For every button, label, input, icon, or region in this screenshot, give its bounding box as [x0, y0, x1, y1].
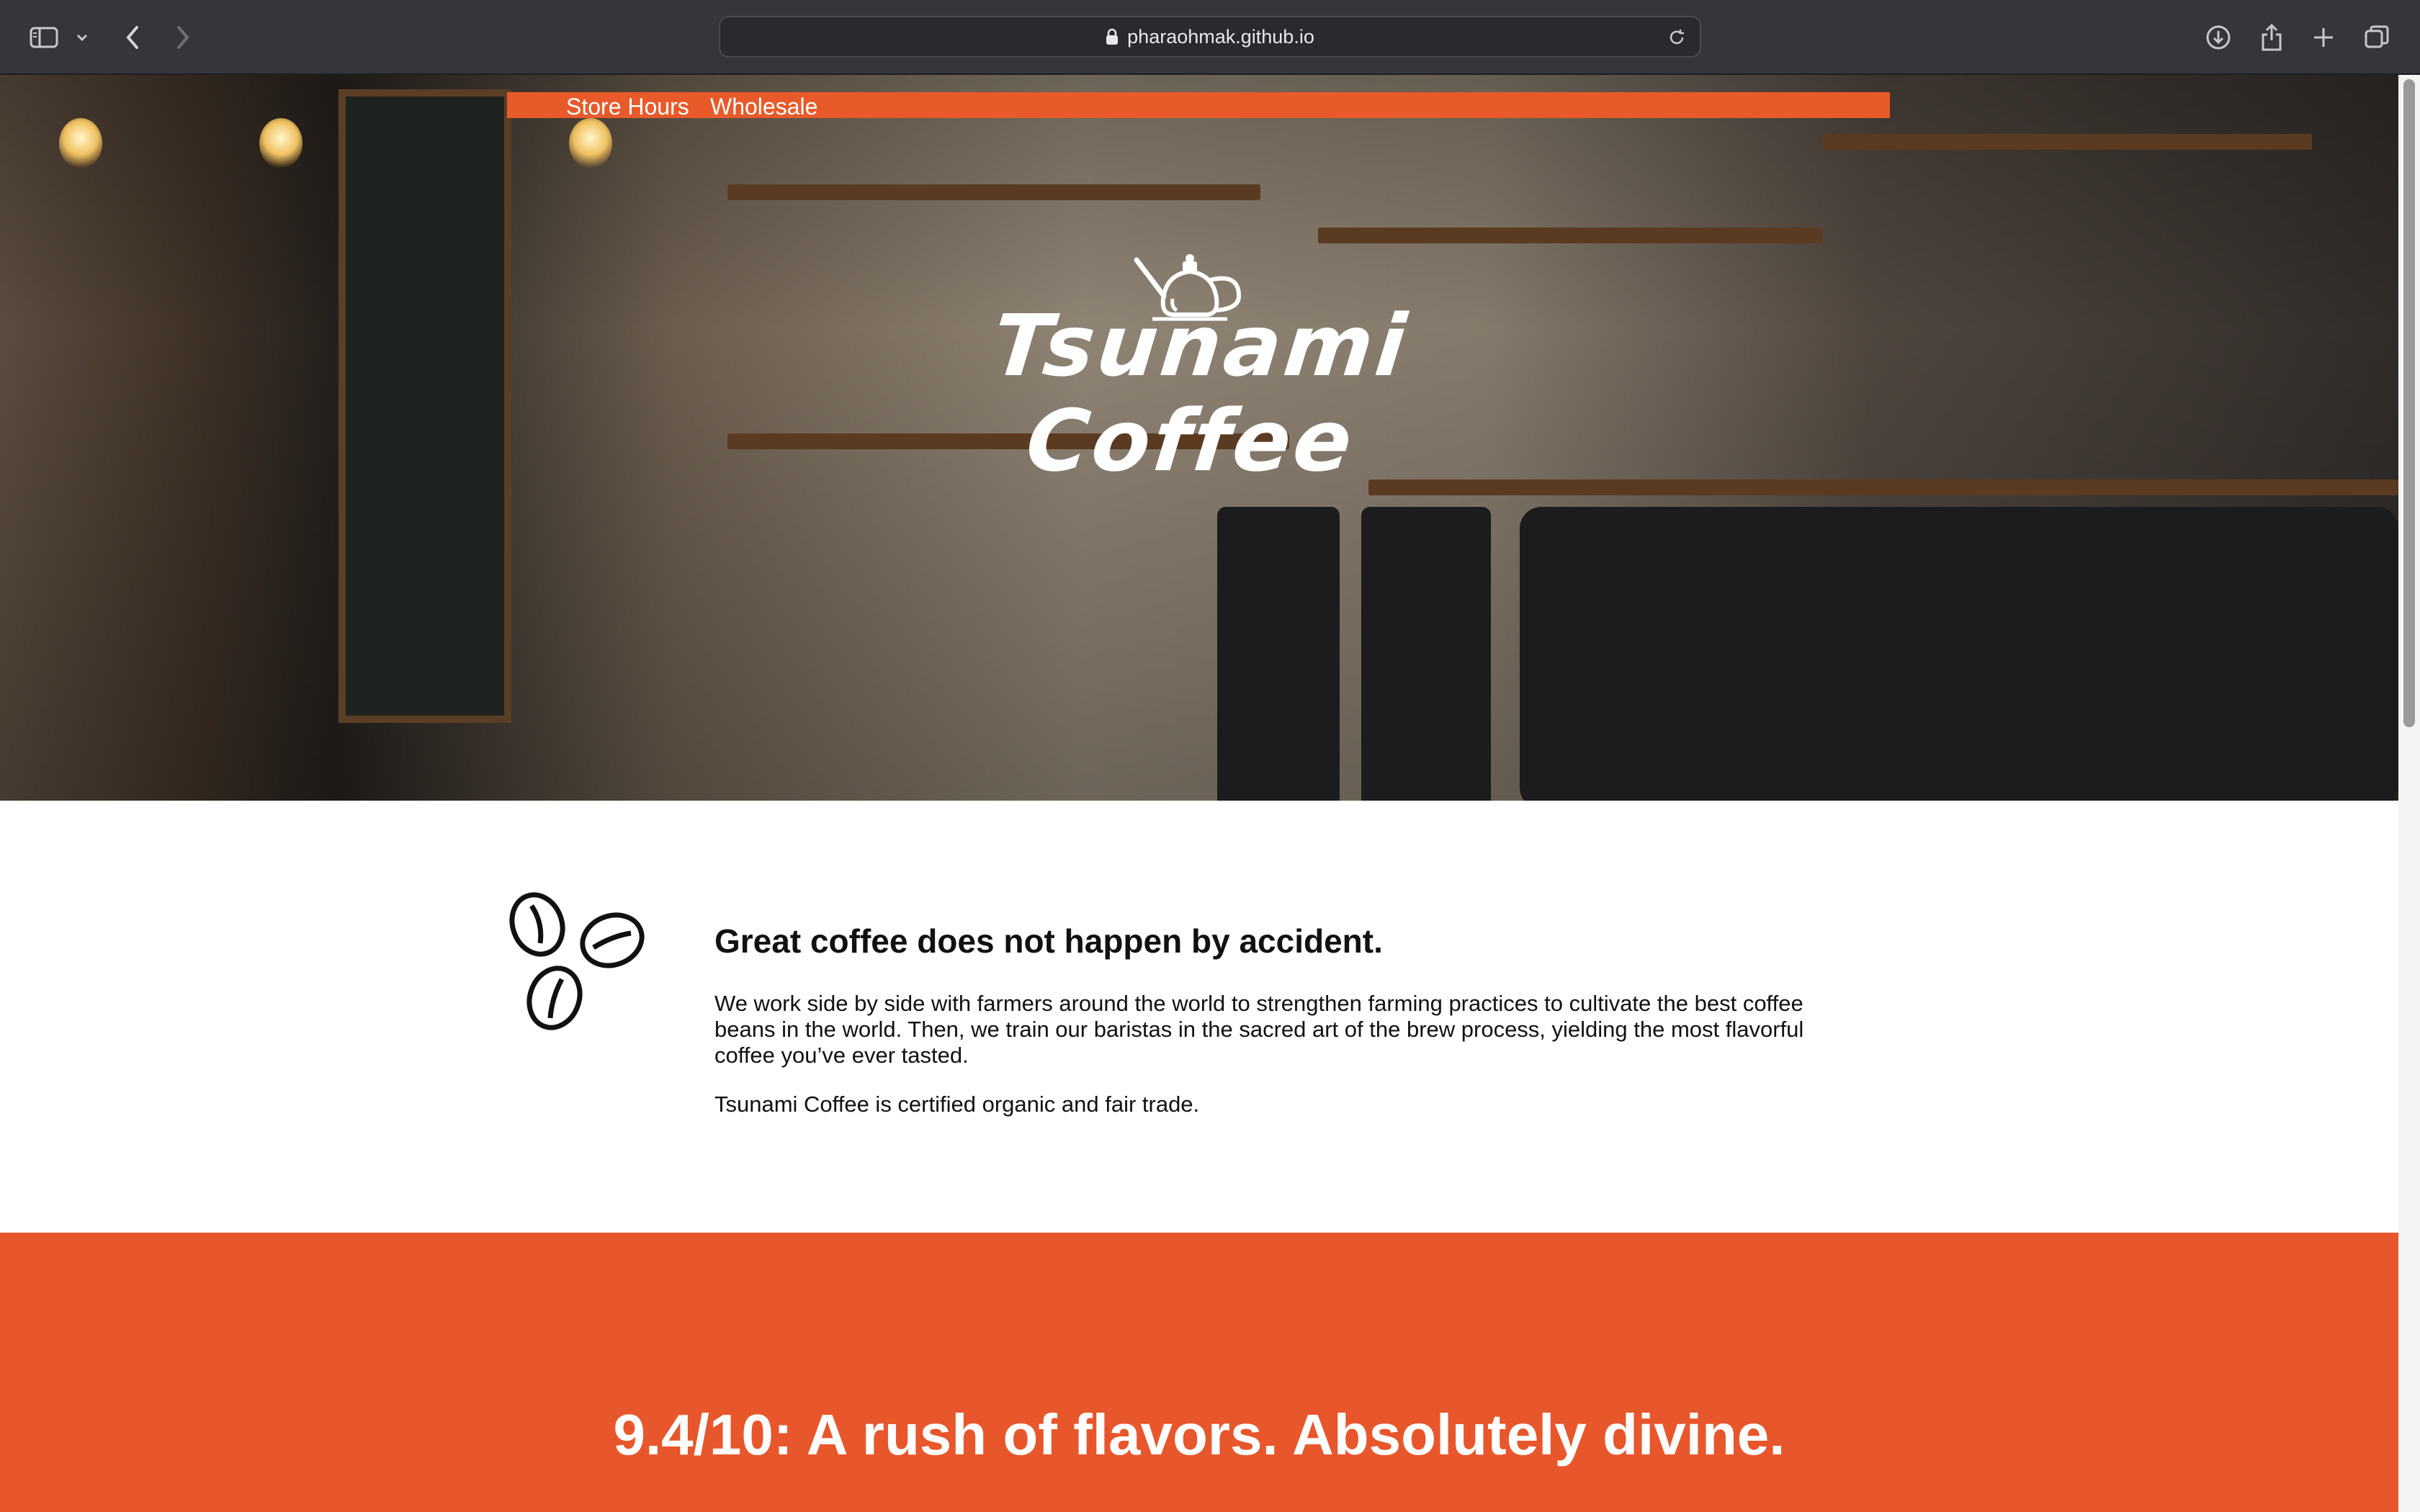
chevron-down-icon[interactable]	[73, 19, 91, 56]
url-text: pharaohmak.github.io	[1127, 25, 1314, 48]
review-section: 9.4/10: A rush of flavors. Absolutely di…	[0, 1233, 2398, 1512]
address-bar[interactable]: pharaohmak.github.io	[719, 16, 1701, 58]
back-icon[interactable]	[121, 19, 144, 56]
review-quote: 9.4/10: A rush of flavors. Absolutely di…	[613, 1403, 1785, 1467]
chalkboard-menu	[339, 89, 511, 723]
nav-store-hours[interactable]: Store Hours	[566, 94, 689, 120]
browser-toolbar: pharaohmak.github.io	[0, 0, 2420, 75]
brand-line-1: Tsunami	[987, 296, 1414, 395]
brand-line-2: Coffee	[1021, 391, 1360, 490]
coffee-beans-icon	[504, 890, 648, 1038]
new-tab-icon[interactable]	[2309, 19, 2338, 56]
share-icon[interactable]	[2257, 19, 2286, 56]
download-icon[interactable]	[2204, 19, 2233, 56]
brand-title: Tsunami Coffee	[969, 296, 1422, 490]
lock-icon	[1106, 28, 1119, 45]
forward-icon[interactable]	[171, 19, 194, 56]
about-paragraph-2: Tsunami Coffee is certified organic and …	[714, 1092, 1200, 1117]
espresso-machine	[1520, 507, 2398, 801]
sidebar-icon[interactable]	[27, 19, 60, 56]
tabs-icon[interactable]	[2362, 19, 2391, 56]
about-paragraph-1: We work side by side with farmers around…	[714, 991, 1804, 1068]
nav-wholesale[interactable]: Wholesale	[710, 94, 817, 120]
hero-banner: Store Hours Wholesale Tsunami Coffee	[0, 75, 2398, 801]
reload-icon[interactable]	[1667, 27, 1687, 48]
top-nav: Store Hours Wholesale	[507, 92, 1890, 120]
scrollbar-thumb[interactable]	[2403, 79, 2415, 727]
about-heading: Great coffee does not happen by accident…	[714, 922, 1383, 960]
